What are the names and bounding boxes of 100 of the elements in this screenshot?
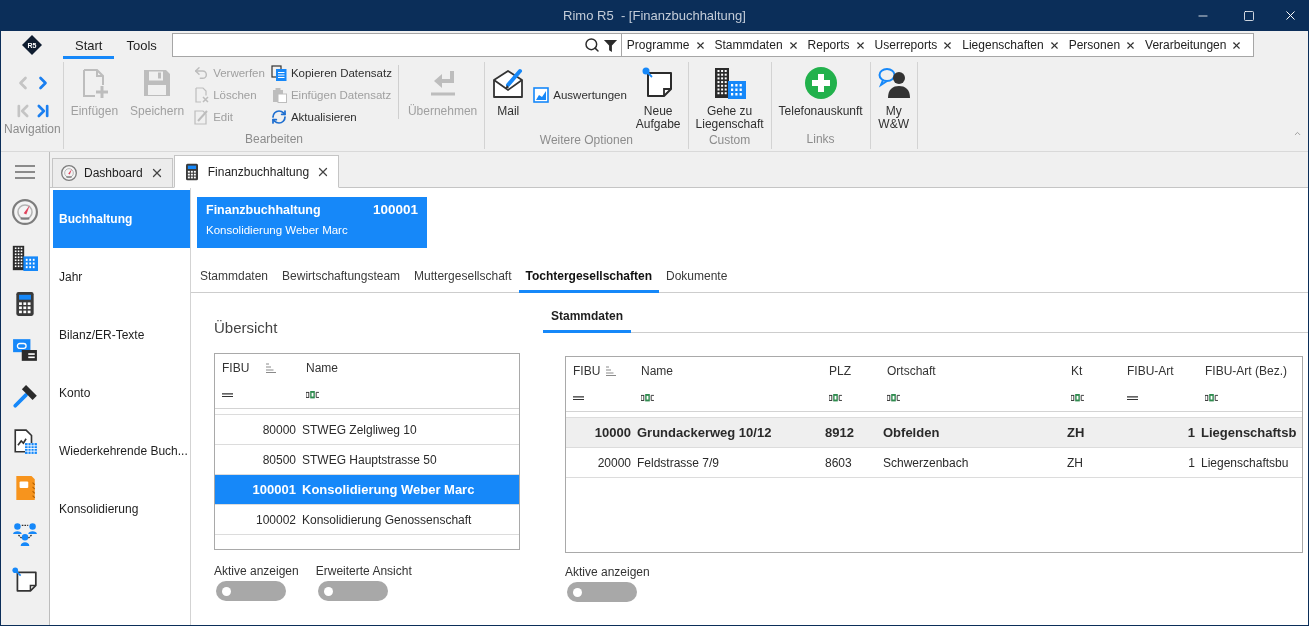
chart-document-icon[interactable] bbox=[12, 429, 38, 455]
toggle-label: Aktive anzeigen bbox=[214, 564, 299, 578]
menu-icon[interactable] bbox=[15, 165, 35, 179]
envelope-pen-icon bbox=[492, 67, 525, 99]
column-header[interactable]: FIBU bbox=[566, 364, 634, 378]
refresh-icon bbox=[270, 109, 287, 125]
table-cell-text: ZH bbox=[1066, 425, 1086, 440]
person-chat-icon bbox=[877, 67, 910, 99]
sidebar-item[interactable]: Buchhaltung bbox=[53, 190, 190, 248]
quick-link[interactable]: Programme bbox=[626, 38, 690, 52]
ribbon-tab[interactable]: Tools bbox=[114, 31, 169, 59]
column-header[interactable]: Kt bbox=[1064, 364, 1120, 378]
close-icon[interactable] bbox=[694, 39, 706, 51]
quick-link[interactable]: Personen bbox=[1068, 38, 1121, 52]
mail-button[interactable]: Mail bbox=[487, 62, 530, 120]
search-icon[interactable] bbox=[583, 37, 600, 53]
quick-link[interactable]: Userreports bbox=[874, 38, 938, 52]
group-label: Bearbeiten bbox=[243, 132, 304, 148]
record-tab[interactable]: Dokumente bbox=[659, 262, 735, 293]
close-icon[interactable] bbox=[1231, 39, 1243, 51]
text-filter-icon[interactable] bbox=[641, 394, 654, 402]
text-filter-icon[interactable] bbox=[829, 394, 842, 402]
table-cell-text: 80500 bbox=[261, 452, 297, 467]
equals-icon[interactable] bbox=[222, 392, 233, 398]
table-row[interactable]: 10000 Grundackerweg 10/12 8912 Obfelden ZH 1 Liegenschaftsb bbox=[566, 418, 1302, 448]
text-filter-icon[interactable] bbox=[1071, 394, 1084, 402]
record-tab[interactable]: Bewirtschaftungsteam bbox=[275, 262, 408, 293]
sidebar-item[interactable]: Bilanz/ER-Texte bbox=[53, 306, 190, 364]
table-cell-text: STWEG Zelgliweg 10 bbox=[301, 422, 418, 437]
equals-icon[interactable] bbox=[573, 395, 584, 401]
close-icon[interactable] bbox=[1125, 39, 1137, 51]
gauge-icon[interactable] bbox=[12, 199, 38, 225]
quick-link[interactable]: Verarbeitungen bbox=[1145, 38, 1227, 52]
text-filter-icon[interactable] bbox=[1205, 394, 1218, 402]
toggle-switch[interactable] bbox=[317, 581, 388, 601]
group-label: Weitere Optionen bbox=[538, 133, 634, 149]
sidebar-item[interactable]: Konsolidierung bbox=[53, 480, 190, 538]
new-task-button[interactable]: Neue Aufgabe bbox=[630, 62, 686, 133]
go-to-property-button[interactable]: Gehe zu Liegenschaft bbox=[690, 62, 769, 133]
table-row[interactable]: 100001 Konsolidierung Weber Marc bbox=[215, 475, 519, 505]
table-cell-text: Schwerzenbach bbox=[882, 455, 970, 470]
record-number: 100001 bbox=[372, 202, 418, 217]
people-network-icon[interactable] bbox=[12, 521, 38, 547]
quick-link[interactable]: Liegenschaften bbox=[962, 38, 1044, 52]
reports-button[interactable]: Auswertungen bbox=[531, 84, 629, 106]
sort-icon[interactable] bbox=[606, 366, 617, 376]
column-header[interactable]: FIBU-Art (Bez.) bbox=[1198, 364, 1302, 378]
table-cell-text: Liegenschaftsb bbox=[1200, 425, 1298, 440]
note-pin-icon[interactable] bbox=[12, 567, 38, 593]
window-title: Rimo R5 - [Finanzbuchhaltung] bbox=[563, 8, 746, 23]
quick-link[interactable]: Stammdaten bbox=[714, 38, 783, 52]
my-ww-button[interactable]: My W&W bbox=[872, 62, 915, 133]
buildings-icon[interactable] bbox=[12, 245, 38, 271]
column-header[interactable]: PLZ bbox=[822, 364, 880, 378]
search-field[interactable] bbox=[171, 33, 622, 57]
filter-icon[interactable] bbox=[602, 37, 618, 53]
note-pin-icon bbox=[642, 67, 675, 99]
column-header[interactable]: Name bbox=[299, 361, 519, 375]
record-tab[interactable]: Stammdaten bbox=[193, 262, 276, 293]
toggle-switch[interactable] bbox=[567, 582, 637, 602]
hammer-icon[interactable] bbox=[12, 383, 38, 409]
toggle-label: Erweiterte Ansicht bbox=[315, 564, 412, 578]
sidebar-item[interactable]: Wiederkehrende Buch... bbox=[53, 422, 190, 480]
record-tab[interactable]: Tochtergesellschaften bbox=[518, 262, 659, 293]
close-icon[interactable] bbox=[942, 39, 954, 51]
column-header[interactable]: Name bbox=[634, 364, 822, 378]
table-cell-text: 1 bbox=[1187, 455, 1196, 470]
maximize-icon[interactable] bbox=[1243, 9, 1255, 22]
column-header[interactable]: FIBU bbox=[215, 361, 299, 375]
refresh-button[interactable]: Aktualisieren bbox=[268, 106, 394, 128]
text-filter-icon[interactable] bbox=[887, 394, 900, 402]
table-cell-text: 8912 bbox=[824, 425, 855, 440]
close-icon[interactable] bbox=[1048, 39, 1060, 51]
undo-icon bbox=[193, 65, 210, 81]
toggle-switch[interactable] bbox=[216, 581, 286, 601]
ribbon-tab[interactable]: Start bbox=[63, 31, 115, 59]
document-tab[interactable]: Finanzbuchhaltung bbox=[173, 155, 340, 188]
section-title: Übersicht bbox=[214, 319, 278, 337]
sort-icon[interactable] bbox=[266, 363, 277, 373]
table-cell-text: 8603 bbox=[824, 455, 853, 470]
sidebar-item[interactable]: Jahr bbox=[53, 248, 190, 306]
card-screen-icon[interactable] bbox=[12, 337, 38, 363]
text-filter-icon[interactable] bbox=[306, 391, 319, 399]
column-header[interactable]: FIBU-Art bbox=[1120, 364, 1198, 378]
record-tab[interactable]: Muttergesellschaft bbox=[407, 262, 519, 293]
document-x-icon bbox=[193, 87, 210, 103]
table-cell-text: Obfelden bbox=[882, 425, 941, 440]
group-label: Links bbox=[805, 132, 836, 148]
close-icon[interactable] bbox=[854, 39, 866, 51]
phone-lookup-button[interactable]: Telefonauskunft bbox=[773, 62, 868, 120]
copy-record-button[interactable]: Kopieren Datensatz bbox=[268, 62, 394, 84]
document-tab[interactable]: Dashboard bbox=[52, 158, 173, 187]
sidebar-item[interactable]: Konto bbox=[53, 364, 190, 422]
table-cell-text: Liegenschaftsbu bbox=[1200, 455, 1290, 470]
group-label: Navigation bbox=[4, 122, 61, 138]
detail-tab[interactable]: Stammdaten bbox=[543, 309, 632, 333]
column-header[interactable]: Ortschaft bbox=[880, 364, 1064, 378]
close-icon[interactable] bbox=[787, 39, 799, 51]
quick-link[interactable]: Reports bbox=[807, 38, 850, 52]
equals-icon[interactable] bbox=[1127, 395, 1138, 401]
